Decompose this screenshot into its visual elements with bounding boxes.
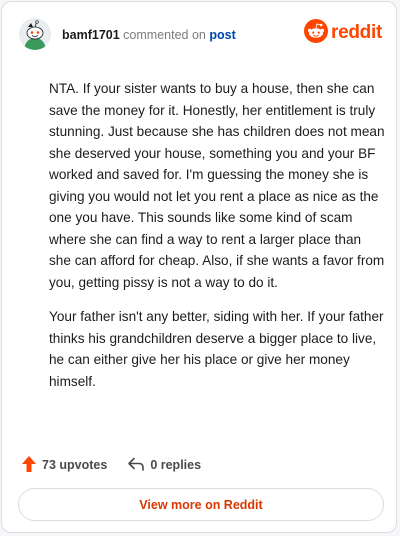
view-more-button[interactable]: View more on Reddit xyxy=(18,488,384,521)
username-link[interactable]: bamf1701 xyxy=(62,28,120,42)
upvote-button[interactable]: 73 upvotes xyxy=(21,455,107,476)
action-text: commented on xyxy=(123,28,206,42)
brand-wordmark: reddit xyxy=(331,22,382,43)
comment-actions: 73 upvotes 0 replies xyxy=(21,453,201,477)
reply-button[interactable]: 0 replies xyxy=(127,456,201,475)
reply-count: 0 replies xyxy=(150,458,202,472)
reddit-logo-icon xyxy=(304,18,329,48)
upvote-arrow-icon xyxy=(21,455,42,476)
comment-card: bamf1701 commented on post reddit NTA. I… xyxy=(1,1,397,533)
post-link[interactable]: post xyxy=(209,28,235,42)
comment-header: bamf1701 commented on post reddit xyxy=(19,16,382,52)
comment-paragraph: NTA. If your sister wants to buy a house… xyxy=(49,81,385,290)
reddit-brand[interactable]: reddit xyxy=(304,18,382,48)
reply-arrow-icon xyxy=(127,456,150,475)
upvote-count: 73 upvotes xyxy=(42,458,108,472)
comment-paragraph: Your father isn't any better, siding wit… xyxy=(49,309,384,389)
comment-body: NTA. If your sister wants to buy a house… xyxy=(49,78,385,405)
snoo-avatar-icon[interactable] xyxy=(19,18,51,50)
comment-meta: bamf1701 commented on post xyxy=(62,28,236,42)
